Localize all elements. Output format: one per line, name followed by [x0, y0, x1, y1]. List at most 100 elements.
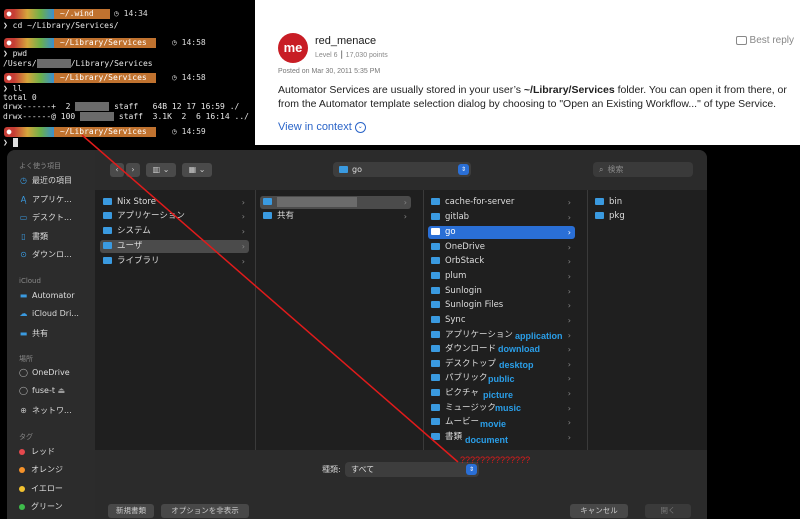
sidebar-item-documents[interactable]: ▯ 書類	[19, 231, 95, 242]
eject-icon[interactable]: ⏏	[58, 386, 66, 395]
folder-icon	[431, 213, 440, 220]
sidebar-item-icloud-drive[interactable]: ☁ iCloud Dri...	[19, 309, 95, 318]
cancel-button[interactable]: キャンセル	[570, 504, 628, 518]
sidebar-item-applications[interactable]: Ą アプリケ...	[19, 194, 95, 205]
post-date: Posted on Mar 30, 2011 5:35 PM	[278, 68, 381, 75]
search-icon: ⌕	[599, 165, 604, 174]
best-reply-badge: Best reply	[735, 35, 794, 46]
document-icon: ▯	[21, 232, 26, 241]
sidebar-item-shared[interactable]: ▬ 共有	[19, 328, 95, 339]
tag-dot-icon	[19, 448, 25, 455]
sidebar-item-automator[interactable]: ▬ Automator	[19, 291, 95, 300]
folder-icon	[103, 242, 112, 249]
chevron-right-icon: ›	[567, 345, 571, 354]
folder-icon	[431, 228, 440, 235]
folder-icon	[431, 331, 440, 338]
terminal-window[interactable]: ● ~/.wind ◷ 14:34 ❯ cd ~/Library/Service…	[0, 0, 255, 150]
sidebar-item-fuse-t[interactable]: ◯ fuse-t ⏏	[19, 386, 95, 395]
folder-icon	[431, 389, 440, 396]
view-in-context-link[interactable]: View in context ⌄	[278, 121, 366, 133]
chevron-right-icon: ›	[567, 257, 571, 266]
chevron-right-icon: ›	[241, 257, 245, 266]
text-cursor	[12, 138, 18, 147]
sidebar-tag-green[interactable]: グリーン	[19, 501, 95, 512]
format-popup[interactable]: すべて ⇕	[345, 462, 479, 477]
up-down-arrows-icon: ⇕	[466, 464, 477, 475]
chevron-right-icon: ›	[567, 198, 571, 207]
list-item[interactable]: OneDrive ›	[428, 241, 575, 254]
chevron-right-icon: ›	[241, 227, 245, 236]
sidebar-header-locations: 場所	[19, 355, 33, 363]
sidebar-item-downloads[interactable]: ⊙ ダウンロ...	[19, 249, 95, 260]
list-item[interactable]: 共有 ›	[260, 210, 411, 223]
prompt-path: ~/Library/Services	[54, 73, 156, 83]
sidebar-item-onedrive[interactable]: ◯ OneDrive	[19, 368, 95, 377]
list-item[interactable]: ユーザ ›	[100, 240, 249, 253]
avatar[interactable]: me	[278, 33, 308, 63]
format-label: 種類:	[322, 465, 341, 474]
chevron-right-icon: ›	[241, 198, 245, 207]
list-item[interactable]: bin	[592, 196, 695, 209]
folder-icon	[431, 198, 440, 205]
list-item[interactable]: ライブラリ ›	[100, 255, 249, 268]
dialog-toolbar: ‹ › ▥ ⌄ ▦ ⌄ go ⇕ ⌕ 検索	[95, 150, 707, 190]
list-item[interactable]: cache-for-server ›	[428, 196, 575, 209]
list-item[interactable]: Sync ›	[428, 314, 575, 327]
chevron-right-icon: ›	[567, 374, 571, 383]
annotation-label: application	[515, 331, 563, 341]
list-item-selected[interactable]: go ›	[428, 226, 575, 239]
post-body: Automator Services are usually stored in…	[278, 84, 787, 110]
username[interactable]: red_menace	[315, 35, 376, 47]
sidebar: よく使う項目 ◷ 最近の項目 Ą アプリケ... ▭ デスクト... ▯ 書類 ⊙ ダウン…	[7, 150, 95, 519]
clock-icon: ◷	[20, 176, 27, 185]
new-document-button[interactable]: 新規書類	[108, 504, 154, 518]
open-button[interactable]: 開く	[645, 504, 691, 518]
list-item[interactable]: アプリケーション ›	[100, 210, 249, 223]
folder-icon	[263, 212, 272, 219]
sidebar-item-recents[interactable]: ◷ 最近の項目	[19, 175, 95, 186]
list-item[interactable]: Nix Store ›	[100, 196, 249, 209]
prompt-line: ● ~/Library/Services ◷ 14:58	[0, 38, 255, 49]
location-popup[interactable]: go ⇕	[333, 162, 471, 177]
folder-icon	[103, 212, 112, 219]
search-field[interactable]: ⌕ 検索	[593, 162, 693, 177]
annotation-label: picture	[483, 390, 514, 400]
chevron-right-icon: ›	[567, 301, 571, 310]
sidebar-header-tags: タグ	[19, 433, 33, 441]
sidebar-item-network[interactable]: ⊕ ネットワ...	[19, 405, 95, 416]
column-3: cache-for-server › gitlab › go › OneDrive › …	[423, 190, 588, 450]
folder-icon	[339, 166, 348, 173]
list-item[interactable]: Sunlogin Files ›	[428, 299, 575, 312]
chevron-right-icon: ›	[567, 272, 571, 281]
folder-icon	[595, 212, 604, 219]
prompt-time: ◷ 14:58	[168, 73, 206, 83]
prompt-path: ~/.wind	[54, 9, 110, 19]
disk-icon: ◯	[19, 386, 28, 395]
prompt-path: ~/Library/Services	[54, 38, 156, 48]
hide-options-button[interactable]: オプションを非表示	[161, 504, 249, 518]
folder-icon	[431, 433, 440, 440]
group-button[interactable]: ▦ ⌄	[182, 163, 212, 177]
chevron-right-icon: ›	[403, 198, 407, 207]
sidebar-item-desktop[interactable]: ▭ デスクト...	[19, 212, 95, 223]
sidebar-header-icloud: iCloud	[19, 277, 41, 285]
back-button[interactable]: ‹	[110, 163, 124, 177]
list-item[interactable]: pkg	[592, 210, 695, 223]
list-item[interactable]: ›	[260, 196, 411, 209]
forward-button[interactable]: ›	[126, 163, 140, 177]
list-item[interactable]: gitlab ›	[428, 211, 575, 224]
folder-icon	[431, 243, 440, 250]
folder-icon	[431, 360, 440, 367]
list-item[interactable]: Sunlogin ›	[428, 285, 575, 298]
list-item[interactable]: システム ›	[100, 225, 249, 238]
speech-bubble-icon	[735, 35, 747, 45]
list-item[interactable]: plum ›	[428, 270, 575, 283]
open-file-dialog: よく使う項目 ◷ 最近の項目 Ą アプリケ... ▭ デスクト... ▯ 書類 ⊙ ダウン…	[7, 150, 707, 519]
list-item[interactable]: OrbStack ›	[428, 255, 575, 268]
sidebar-tag-yellow[interactable]: イエロー	[19, 483, 95, 494]
sidebar-tag-red[interactable]: レッド	[19, 446, 95, 457]
terminal-input[interactable]: ❯	[3, 137, 18, 148]
apple-icon: ●	[4, 127, 14, 137]
sidebar-tag-orange[interactable]: オレンジ	[19, 464, 95, 475]
view-mode-button[interactable]: ▥ ⌄	[146, 163, 176, 177]
